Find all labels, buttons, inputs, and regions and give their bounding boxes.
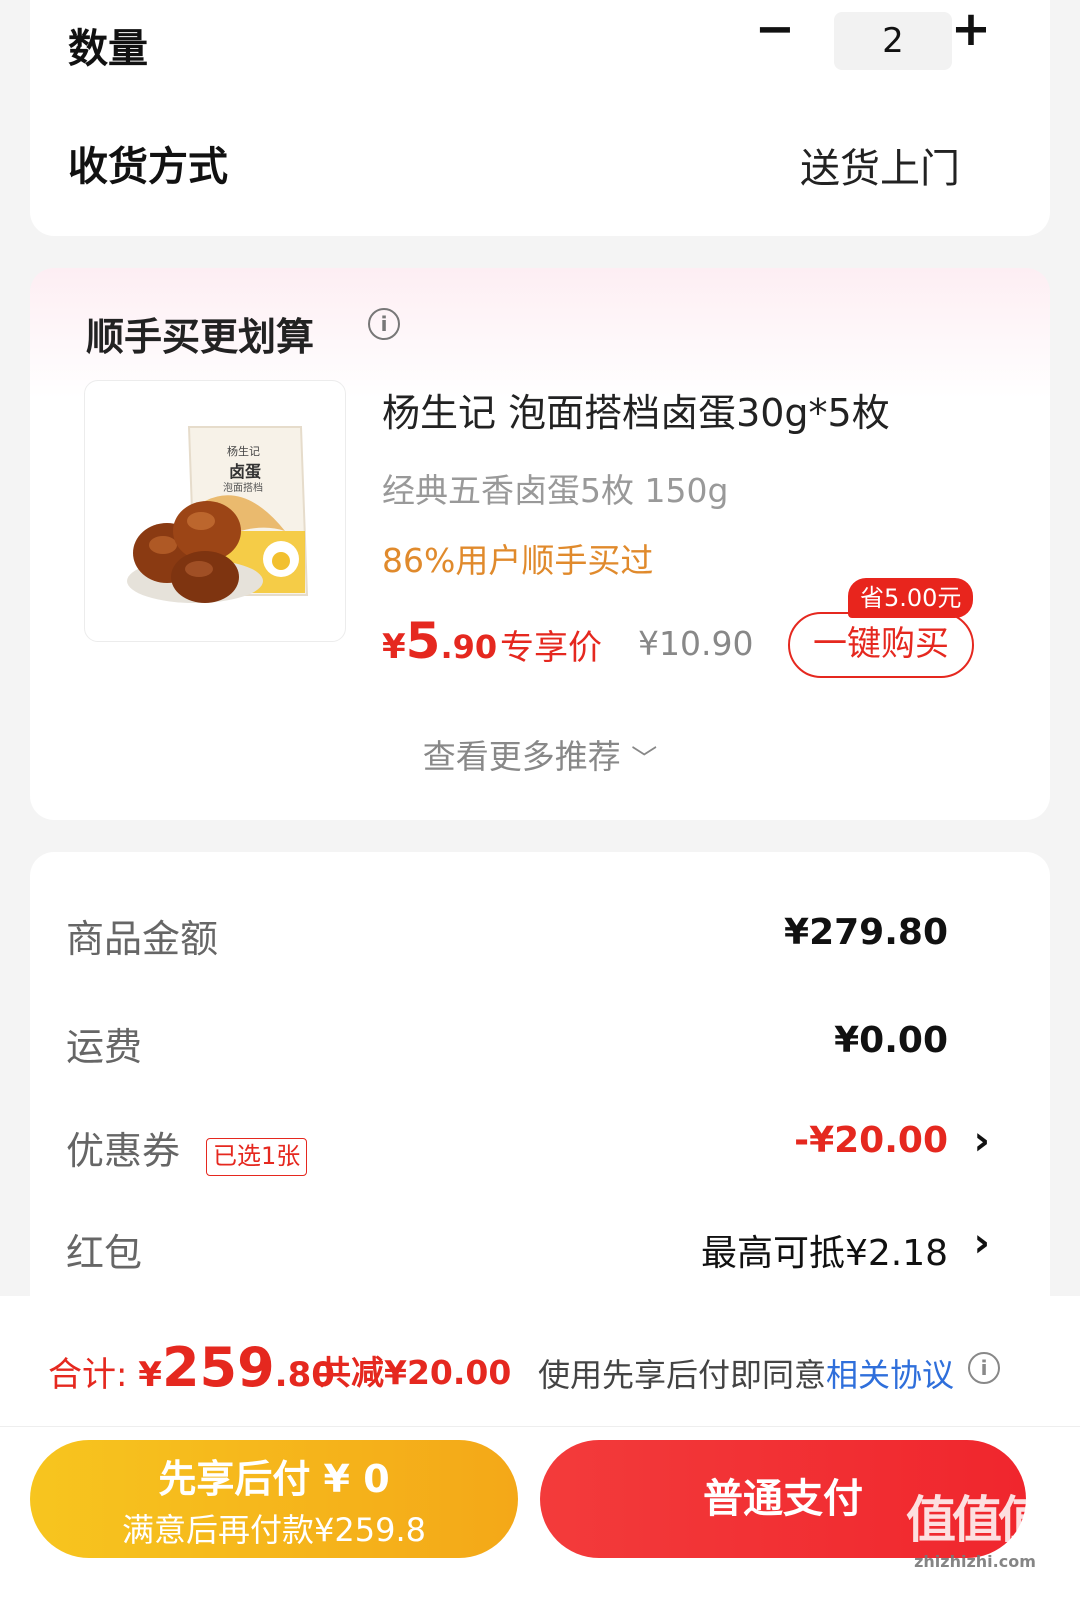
- pay-later-title: 先享后付 ¥ 0: [158, 1457, 390, 1501]
- more-recommendations-label: 查看更多推荐: [422, 737, 621, 776]
- divider: [0, 1426, 1080, 1427]
- watermark-logo: 值值值 zhizhizhi.com: [906, 1480, 1048, 1571]
- total-label: 合计:: [48, 1355, 139, 1395]
- agreement-notice: 使用先享后付即同意相关协议: [538, 1350, 954, 1396]
- exclusive-price-tag: 专享价: [500, 628, 602, 668]
- shipping-method-label: 收货方式: [68, 144, 228, 190]
- more-recommendations-link[interactable]: 查看更多推荐 ﹀: [30, 730, 1050, 778]
- bag-subtitle-text: 泡面搭档: [223, 481, 263, 494]
- goods-amount-label: 商品金额: [66, 917, 219, 961]
- total-discount: 共减¥20.00: [318, 1353, 512, 1392]
- price-summary-card: 商品金额 ¥279.80 运费 ¥0.00 优惠券 已选1张 -¥20.00 ›…: [30, 852, 1050, 1332]
- product-spec: 经典五香卤蛋5枚 150g: [382, 471, 729, 510]
- chevron-right-icon[interactable]: ›: [974, 1220, 990, 1266]
- info-icon[interactable]: i: [368, 308, 400, 340]
- total-currency: ¥: [138, 1355, 162, 1395]
- bag-title-text: 卤蛋: [229, 462, 261, 481]
- chevron-right-icon[interactable]: ›: [974, 1118, 990, 1164]
- pay-later-button[interactable]: 先享后付 ¥ 0 满意后再付款¥259.8: [30, 1440, 518, 1558]
- price-currency: ¥: [382, 627, 406, 667]
- quantity-decrease-button[interactable]: −: [750, 5, 800, 56]
- goods-amount-value: ¥279.80: [784, 912, 948, 953]
- shipping-method-value[interactable]: 送货上门: [800, 136, 960, 194]
- price-integer: 5: [405, 612, 441, 670]
- product-exclusive-price: ¥5.90: [382, 612, 497, 670]
- agreement-link[interactable]: 相关协议: [826, 1356, 954, 1394]
- recommendation-title: 顺手买更划算: [86, 315, 315, 359]
- quantity-input[interactable]: [834, 12, 952, 70]
- coupon-value[interactable]: -¥20.00: [794, 1120, 948, 1161]
- quantity-increase-button[interactable]: +: [946, 5, 996, 56]
- chevron-down-icon: ﹀: [631, 745, 658, 775]
- pay-later-subtitle: 满意后再付款¥259.8: [122, 1511, 426, 1549]
- product-social-proof: 86%用户顺手买过: [382, 541, 654, 580]
- coupon-selected-badge[interactable]: 已选1张: [206, 1138, 308, 1176]
- order-options-card: 数量 − + 收货方式 送货上门: [30, 0, 1050, 236]
- product-original-price: ¥10.90: [638, 624, 754, 663]
- savings-badge: 省5.00元: [848, 578, 974, 618]
- braised-egg-product-image[interactable]: 杨生记 卤蛋 泡面搭档: [84, 380, 346, 642]
- freight-value: ¥0.00: [834, 1020, 948, 1061]
- agreement-text: 使用先享后付即同意: [538, 1356, 827, 1394]
- recommendation-card: 顺手买更划算 i 杨生记 卤蛋 泡面搭档 杨生记 泡面搭档卤蛋30g*5枚 经典…: [30, 268, 1050, 820]
- info-icon[interactable]: i: [968, 1352, 1000, 1384]
- bag-brand-text: 杨生记: [227, 444, 260, 458]
- one-click-buy-button[interactable]: 一键购买: [788, 612, 974, 678]
- watermark-text: 值值值: [906, 1491, 1048, 1549]
- red-packet-label: 红包: [66, 1231, 143, 1275]
- coupon-label: 优惠券: [66, 1129, 181, 1173]
- quantity-label: 数量: [68, 26, 148, 72]
- freight-label: 运费: [66, 1025, 143, 1069]
- product-photo: 杨生记 卤蛋 泡面搭档: [127, 426, 309, 603]
- total-integer: 259: [161, 1336, 275, 1399]
- watermark-url: zhizhizhi.com: [914, 1552, 1036, 1571]
- price-decimal: .90: [440, 628, 498, 666]
- red-packet-value[interactable]: 最高可抵¥2.18: [701, 1224, 948, 1276]
- product-name[interactable]: 杨生记 泡面搭档卤蛋30g*5枚: [382, 382, 890, 437]
- order-total: 合计: ¥259.80: [48, 1336, 335, 1399]
